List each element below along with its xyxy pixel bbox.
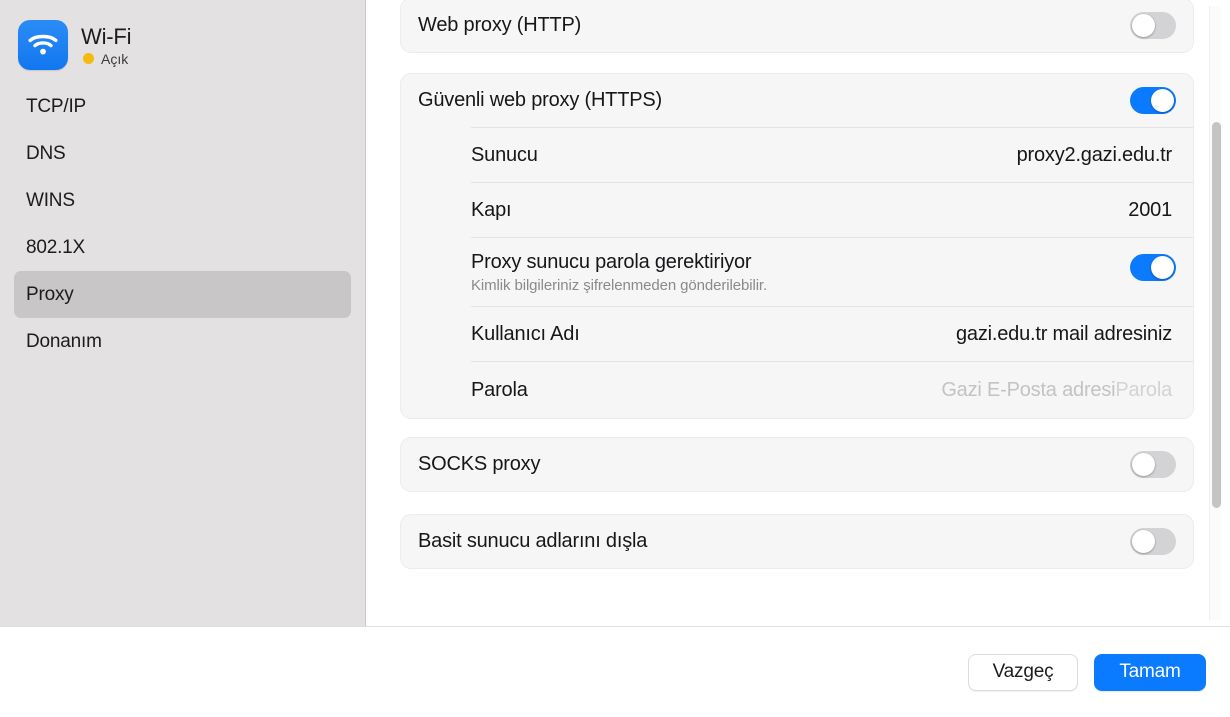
status-dot-icon xyxy=(83,53,94,64)
device-titles: Wi-Fi Açık xyxy=(81,23,132,67)
field-value-server[interactable]: proxy2.gazi.edu.tr xyxy=(1017,144,1176,167)
toggle-exclude-simple-hostnames[interactable] xyxy=(1130,528,1176,555)
card-exclude-simple-hostnames: Basit sunucu adlarını dışla xyxy=(400,514,1194,569)
cancel-button-label: Vazgeç xyxy=(992,661,1054,682)
device-status-label: Açık xyxy=(101,50,129,67)
password-field-cell[interactable]: Gazi E-Posta adresi Parola xyxy=(941,379,1176,402)
row-label: Basit sunucu adlarını dışla xyxy=(418,530,648,552)
cancel-button[interactable]: Vazgeç xyxy=(968,653,1078,691)
toggle-proxy-requires-password[interactable] xyxy=(1130,254,1176,281)
field-label-server: Sunucu xyxy=(471,143,538,166)
row-secure-web-proxy-https[interactable]: Güvenli web proxy (HTTPS) xyxy=(401,74,1193,127)
field-label-password: Parola xyxy=(471,378,528,401)
sidebar-item-label: DNS xyxy=(26,142,66,164)
field-value-username[interactable]: gazi.edu.tr mail adresiniz xyxy=(956,323,1176,346)
field-label-username: Kullanıcı Adı xyxy=(471,322,580,345)
proxy-settings-scroll-area[interactable]: Web proxy (HTTP) Güvenli web proxy (HTTP… xyxy=(367,0,1230,626)
row-socks-proxy[interactable]: SOCKS proxy xyxy=(401,438,1193,491)
sidebar-item-label: Proxy xyxy=(26,283,74,305)
row-label: Web proxy (HTTP) xyxy=(418,14,582,36)
device-status: Açık xyxy=(81,51,131,67)
wifi-icon xyxy=(18,20,68,70)
password-placeholder-text: Parola xyxy=(1115,378,1172,401)
row-username[interactable]: Kullanıcı Adı gazi.edu.tr mail adresiniz xyxy=(401,307,1193,361)
card-web-proxy-http: Web proxy (HTTP) xyxy=(400,0,1194,53)
sidebar-item-proxy[interactable]: Proxy xyxy=(14,271,351,318)
row-exclude-simple-hostnames[interactable]: Basit sunucu adlarını dışla xyxy=(401,515,1193,568)
vertical-scrollbar[interactable] xyxy=(1209,6,1221,620)
toggle-web-proxy-http[interactable] xyxy=(1130,12,1176,39)
sidebar-item-label: WINS xyxy=(26,189,75,211)
settings-window: Wi-Fi Açık TCP/IP DNS WINS 802.1X Proxy xyxy=(0,0,1230,717)
sidebar-item-8021x[interactable]: 802.1X xyxy=(14,224,351,271)
sidebar-item-label: Donanım xyxy=(26,330,102,352)
sidebar-nav: TCP/IP DNS WINS 802.1X Proxy Donanım xyxy=(0,83,365,365)
sidebar-item-tcpip[interactable]: TCP/IP xyxy=(14,83,351,130)
device-name: Wi-Fi xyxy=(81,23,132,49)
sidebar-item-label: TCP/IP xyxy=(26,95,87,117)
toggle-secure-web-proxy-https[interactable] xyxy=(1130,87,1176,114)
toggle-knob xyxy=(1151,89,1174,112)
card-secure-web-proxy-https: Güvenli web proxy (HTTPS) Sunucu proxy2.… xyxy=(400,73,1194,419)
toggle-knob xyxy=(1132,14,1155,37)
row-label: Güvenli web proxy (HTTPS) xyxy=(418,89,662,111)
password-annotation-text: Gazi E-Posta adresi xyxy=(941,378,1116,401)
toggle-knob xyxy=(1132,530,1155,553)
row-server[interactable]: Sunucu proxy2.gazi.edu.tr xyxy=(401,128,1193,182)
field-label-port: Kapı xyxy=(471,198,512,221)
sidebar-item-label: 802.1X xyxy=(26,236,86,258)
toggle-knob xyxy=(1151,256,1174,279)
password-required-texts: Proxy sunucu parola gerektiriyor Kimlik … xyxy=(418,251,767,294)
row-port[interactable]: Kapı 2001 xyxy=(401,183,1193,237)
card-socks-proxy: SOCKS proxy xyxy=(400,437,1194,492)
toggle-socks-proxy[interactable] xyxy=(1130,451,1176,478)
password-required-label: Proxy sunucu parola gerektiriyor xyxy=(471,251,752,273)
ok-button[interactable]: Tamam xyxy=(1094,653,1206,691)
sidebar-device-header: Wi-Fi Açık xyxy=(0,0,365,70)
password-required-sublabel: Kimlik bilgileriniz şifrelenmeden gönder… xyxy=(471,277,768,294)
toggle-knob xyxy=(1132,453,1155,476)
sidebar-item-dns[interactable]: DNS xyxy=(14,130,351,177)
row-web-proxy-http[interactable]: Web proxy (HTTP) xyxy=(401,0,1193,52)
row-proxy-requires-password[interactable]: Proxy sunucu parola gerektiriyor Kimlik … xyxy=(401,238,1193,306)
sidebar-item-wins[interactable]: WINS xyxy=(14,177,351,224)
scrollbar-thumb[interactable] xyxy=(1212,122,1221,508)
row-password[interactable]: Parola Gazi E-Posta adresi Parola xyxy=(401,362,1193,418)
sidebar: Wi-Fi Açık TCP/IP DNS WINS 802.1X Proxy xyxy=(0,0,366,626)
dialog-footer: Vazgeç Tamam xyxy=(0,626,1230,717)
proxy-settings-pane: Web proxy (HTTP) Güvenli web proxy (HTTP… xyxy=(367,0,1230,626)
field-value-port[interactable]: 2001 xyxy=(1128,199,1176,222)
sidebar-item-donanim[interactable]: Donanım xyxy=(14,318,351,365)
ok-button-label: Tamam xyxy=(1119,661,1181,682)
row-label: SOCKS proxy xyxy=(418,453,541,475)
